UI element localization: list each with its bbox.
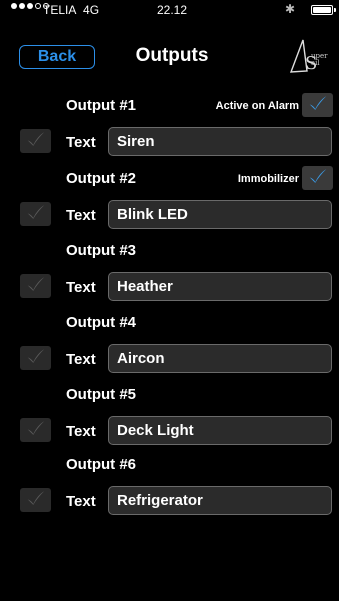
checkmark-icon (25, 276, 47, 297)
checkmark-icon (25, 204, 47, 225)
output-name-field[interactable]: Siren (108, 127, 332, 156)
checkmark-icon (25, 490, 47, 511)
text-label: Text (66, 351, 96, 368)
enable-output-checkbox[interactable] (20, 346, 51, 370)
screen: TELIA 4G 22.12 ✱ Back Outputs S uper ail … (5, 0, 339, 601)
output-name-field[interactable]: Deck Light (108, 416, 332, 445)
navigation-bar: Back Outputs S uper ail (5, 36, 339, 80)
output-name-field[interactable]: Heather (108, 272, 332, 301)
output-row: Output #5 Text Deck Light (5, 380, 339, 445)
output-name-field[interactable]: Refrigerator (108, 486, 332, 515)
alarm-option-label: Immobilizer (237, 173, 299, 185)
checkmark-icon (307, 168, 329, 189)
output-title: Output #1 (66, 97, 136, 114)
text-label: Text (66, 207, 96, 224)
text-label: Text (66, 423, 96, 440)
enable-output-checkbox[interactable] (20, 129, 51, 153)
output-title: Output #2 (66, 170, 136, 187)
output-title: Output #5 (66, 386, 136, 403)
output-row: Output #1 Active on Alarm Text Siren (5, 91, 339, 156)
alarm-checkbox[interactable] (302, 93, 333, 117)
super-sail-logo: S uper ail (287, 38, 335, 76)
output-name-field[interactable]: Blink LED (108, 200, 332, 229)
output-row: Output #2 Immobilizer Text Blink LED (5, 164, 339, 229)
checkmark-icon (25, 348, 47, 369)
output-row: Output #4 Text Aircon (5, 308, 339, 373)
output-row: Output #3 Text Heather (5, 236, 339, 301)
output-title: Output #4 (66, 314, 136, 331)
battery-icon (311, 5, 336, 15)
alarm-option-label: Active on Alarm (215, 100, 299, 112)
checkmark-icon (25, 131, 47, 152)
enable-output-checkbox[interactable] (20, 274, 51, 298)
enable-output-checkbox[interactable] (20, 418, 51, 442)
output-row: Output #6 Text Refrigerator (5, 450, 339, 515)
alarm-checkbox[interactable] (302, 166, 333, 190)
text-label: Text (66, 493, 96, 510)
checkmark-icon (307, 95, 329, 116)
output-title: Output #3 (66, 242, 136, 259)
text-label: Text (66, 279, 96, 296)
enable-output-checkbox[interactable] (20, 488, 51, 512)
text-label: Text (66, 134, 96, 151)
output-title: Output #6 (66, 456, 136, 473)
status-bar: TELIA 4G 22.12 ✱ (5, 0, 339, 20)
bluetooth-icon: ✱ (284, 2, 295, 16)
enable-output-checkbox[interactable] (20, 202, 51, 226)
output-name-field[interactable]: Aircon (108, 344, 332, 373)
checkmark-icon (25, 420, 47, 441)
